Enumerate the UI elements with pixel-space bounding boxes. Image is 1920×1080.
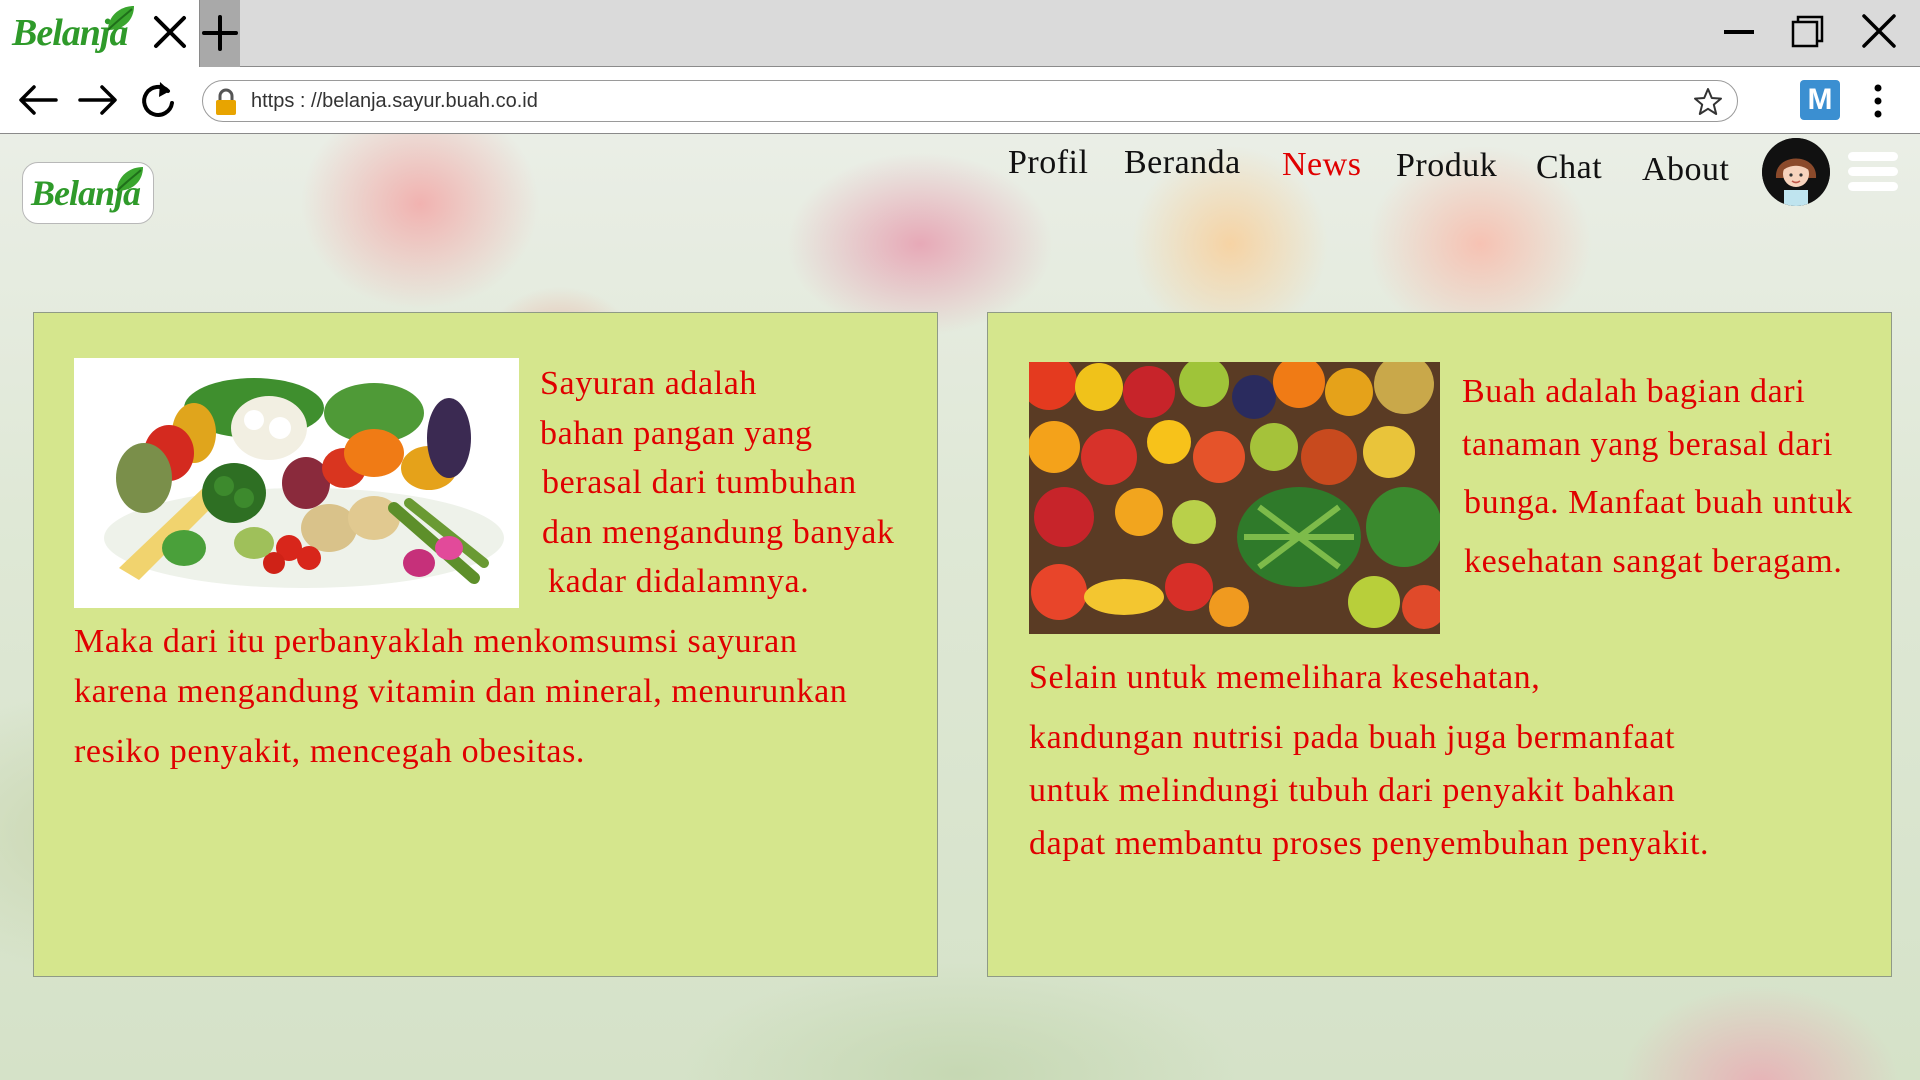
sayur-text-line-5: kadar didalamnya. bbox=[548, 563, 810, 600]
sayur-text-line-3: berasal dari tumbuhan bbox=[542, 464, 857, 501]
nav-chat[interactable]: Chat bbox=[1536, 149, 1602, 187]
lock-icon bbox=[216, 88, 236, 115]
bookmark-star-icon[interactable] bbox=[1693, 87, 1723, 117]
user-avatar[interactable] bbox=[1762, 138, 1830, 206]
nav-produk[interactable]: Produk bbox=[1396, 147, 1497, 185]
url-field[interactable]: https : //belanja.sayur.buah.co.id bbox=[202, 80, 1738, 122]
buah-text-line-8: dapat membantu proses penyembuhan penyak… bbox=[1029, 825, 1710, 862]
news-card-buah: Buah adalah bagian dari tanaman yang ber… bbox=[987, 312, 1892, 977]
sayur-text-line-8: resiko penyakit, mencegah obesitas. bbox=[74, 733, 586, 770]
nav-about[interactable]: About bbox=[1642, 151, 1730, 189]
nav-news[interactable]: News bbox=[1282, 146, 1361, 184]
nav-beranda[interactable]: Beranda bbox=[1124, 144, 1241, 182]
buah-text-line-7: untuk melindungi tubuh dari penyakit bah… bbox=[1029, 772, 1676, 809]
url-text: https : //belanja.sayur.buah.co.id bbox=[251, 90, 538, 112]
plus-icon bbox=[202, 15, 238, 51]
forward-arrow-icon[interactable] bbox=[74, 77, 122, 123]
maximize-icon[interactable] bbox=[1782, 10, 1832, 54]
minimize-icon[interactable] bbox=[1714, 10, 1764, 54]
extension-m-icon[interactable]: M bbox=[1800, 80, 1840, 120]
user-avatar-icon bbox=[1762, 138, 1830, 206]
hamburger-menu-icon[interactable] bbox=[1848, 152, 1898, 196]
buah-text-line-5: Selain untuk memelihara kesehatan, bbox=[1029, 659, 1541, 696]
buah-text-line-6: kandungan nutrisi pada buah juga bermanf… bbox=[1029, 719, 1676, 756]
browser-menu-icon[interactable] bbox=[1866, 81, 1890, 121]
tab-favicon-logo: Belanja bbox=[12, 6, 134, 58]
back-arrow-icon[interactable] bbox=[14, 77, 62, 123]
leaf-icon bbox=[116, 167, 143, 192]
buah-text-line-2: tanaman yang berasal dari bbox=[1462, 426, 1833, 463]
fruits-image bbox=[1029, 362, 1440, 634]
news-card-sayuran: Sayuran adalah bahan pangan yang berasal… bbox=[33, 312, 938, 977]
sayur-text-line-1: Sayuran adalah bbox=[540, 365, 758, 402]
browser-address-bar: https : //belanja.sayur.buah.co.id M bbox=[0, 67, 1920, 134]
page-background: Belanja Profil Beranda News Produk Chat … bbox=[0, 134, 1920, 1080]
browser-tab-bar: Belanja bbox=[0, 0, 1920, 67]
leaf-icon bbox=[107, 6, 134, 31]
sayur-text-line-7: karena mengandung vitamin dan mineral, m… bbox=[74, 673, 848, 710]
new-tab-button[interactable] bbox=[200, 0, 240, 67]
nav-profil[interactable]: Profil bbox=[1008, 144, 1088, 182]
reload-icon[interactable] bbox=[134, 77, 182, 123]
buah-text-line-1: Buah adalah bagian dari bbox=[1462, 373, 1806, 410]
close-tab-icon[interactable] bbox=[148, 10, 192, 54]
browser-tab[interactable]: Belanja bbox=[0, 0, 200, 67]
buah-text-line-4: kesehatan sangat beragam. bbox=[1464, 543, 1843, 580]
sayur-text-line-6: Maka dari itu perbanyaklah menkomsumsi s… bbox=[74, 623, 798, 660]
buah-text-line-3: bunga. Manfaat buah untuk bbox=[1464, 484, 1853, 521]
vegetables-image bbox=[74, 358, 519, 608]
site-logo[interactable]: Belanja bbox=[22, 162, 154, 224]
sayur-text-line-4: dan mengandung banyak bbox=[542, 514, 895, 551]
close-window-icon[interactable] bbox=[1854, 10, 1904, 54]
sayur-text-line-2: bahan pangan yang bbox=[540, 415, 813, 452]
